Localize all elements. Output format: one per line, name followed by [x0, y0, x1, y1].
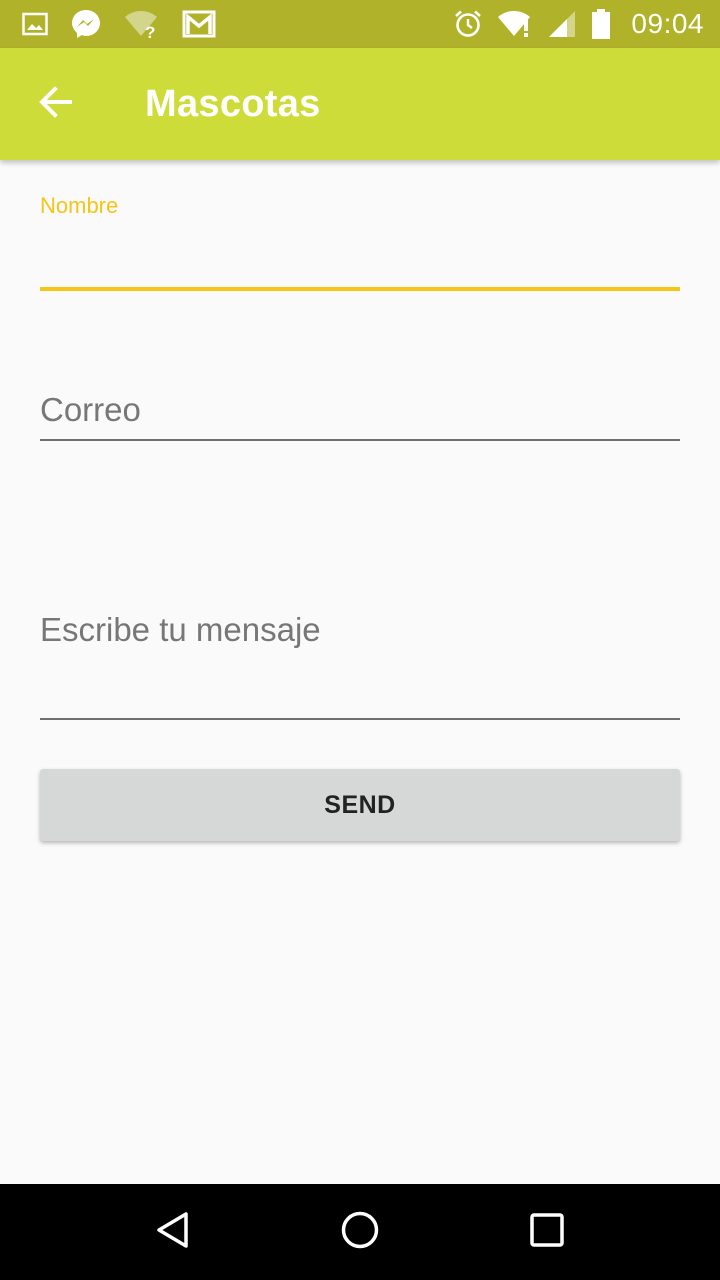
arrow-back-icon	[38, 84, 74, 125]
nombre-input[interactable]	[40, 232, 680, 284]
navigation-bar	[0, 1184, 720, 1280]
status-bar: ? 09:04	[0, 0, 720, 48]
home-circle-icon	[340, 1210, 380, 1255]
status-time: 09:04	[631, 8, 704, 39]
send-button[interactable]: SEND	[40, 769, 680, 841]
correo-input[interactable]	[40, 382, 680, 438]
nombre-underline	[40, 287, 680, 291]
back-triangle-icon	[153, 1210, 193, 1255]
svg-text:?: ?	[145, 23, 155, 39]
mensaje-field-group	[40, 590, 680, 722]
nombre-field-group: Nombre	[40, 160, 680, 292]
status-left-icons: ?	[22, 8, 216, 40]
image-icon	[22, 12, 48, 36]
nombre-label: Nombre	[40, 193, 119, 218]
alarm-icon	[453, 9, 483, 39]
cell-signal-icon	[547, 9, 577, 39]
back-button[interactable]	[0, 48, 112, 160]
mensaje-input[interactable]	[40, 602, 680, 658]
wifi-alert-icon	[497, 9, 533, 39]
wifi-question-icon: ?	[124, 9, 160, 39]
correo-underline	[40, 439, 680, 441]
correo-field-group	[40, 370, 680, 442]
page-title: Mascotas	[145, 82, 321, 125]
nav-back-button[interactable]	[133, 1192, 213, 1272]
status-right-icons: 09:04	[453, 8, 704, 40]
nav-home-button[interactable]	[320, 1192, 400, 1272]
gmail-icon	[182, 10, 216, 38]
nav-recents-button[interactable]	[507, 1192, 587, 1272]
messenger-icon	[70, 8, 102, 40]
battery-icon	[591, 8, 611, 40]
recents-square-icon	[529, 1212, 565, 1253]
app-bar: Mascotas	[0, 48, 720, 160]
mensaje-underline	[40, 718, 680, 720]
